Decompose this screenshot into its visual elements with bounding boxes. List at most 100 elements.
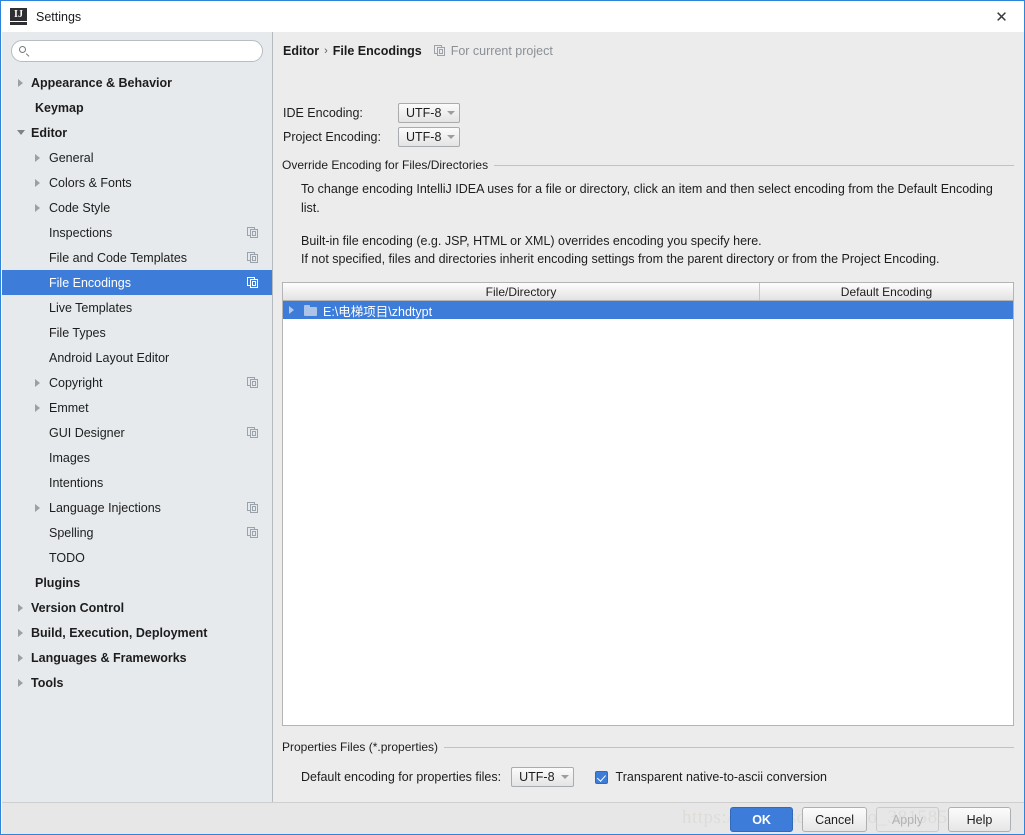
sidebar-item-tools[interactable]: Tools [2, 670, 272, 695]
sidebar-item-label: Emmet [49, 401, 89, 415]
sidebar-item-editor[interactable]: Editor [2, 120, 272, 145]
sidebar-item-code-style[interactable]: Code Style [2, 195, 272, 220]
sidebar-item-label: GUI Designer [49, 426, 125, 440]
column-header-default-encoding[interactable]: Default Encoding [760, 283, 1013, 300]
project-scope-icon [247, 227, 259, 239]
project-scope-icon [247, 377, 259, 389]
sidebar-item-label: Build, Execution, Deployment [31, 626, 207, 640]
project-scope-label: For current project [451, 44, 553, 58]
sidebar-item-images[interactable]: Images [2, 445, 272, 470]
sidebar-item-todo[interactable]: TODO [2, 545, 272, 570]
table-row[interactable]: E:\电梯项目\zhdtypt [283, 301, 1013, 319]
sidebar-item-languages-frameworks[interactable]: Languages & Frameworks [2, 645, 272, 670]
override-encoding-group-title: Override Encoding for Files/Directories [282, 158, 494, 172]
encoding-table: File/Directory Default Encoding E:\电梯项目\… [282, 282, 1014, 726]
chevron-right-icon[interactable] [33, 502, 44, 513]
sidebar-item-file-encodings[interactable]: File Encodings [2, 270, 272, 295]
sidebar-item-emmet[interactable]: Emmet [2, 395, 272, 420]
properties-encoding-dropdown[interactable]: UTF-8 [511, 767, 573, 787]
project-scope-icon [247, 277, 259, 289]
close-icon[interactable]: ✕ [979, 1, 1024, 32]
search-field-container [2, 32, 272, 62]
sidebar-item-intentions[interactable]: Intentions [2, 470, 272, 495]
sidebar-item-label: Keymap [35, 101, 84, 115]
sidebar-item-live-templates[interactable]: Live Templates [2, 295, 272, 320]
breadcrumb-current: File Encodings [333, 44, 422, 58]
sidebar-item-android-layout-editor[interactable]: Android Layout Editor [2, 345, 272, 370]
sidebar-item-label: Language Injections [49, 501, 161, 515]
sidebar-item-label: Intentions [49, 476, 103, 490]
sidebar-item-label: TODO [49, 551, 85, 565]
sidebar-item-appearance-behavior[interactable]: Appearance & Behavior [2, 70, 272, 95]
project-scope-indicator: For current project [434, 44, 553, 58]
sidebar-item-plugins[interactable]: Plugins [2, 570, 272, 595]
project-encoding-row: Project Encoding: UTF-8 [283, 127, 460, 147]
sidebar-item-copyright[interactable]: Copyright [2, 370, 272, 395]
properties-files-group-title: Properties Files (*.properties) [282, 740, 444, 754]
sidebar-item-label: Plugins [35, 576, 80, 590]
chevron-right-icon[interactable] [33, 377, 44, 388]
sidebar-item-keymap[interactable]: Keymap [2, 95, 272, 120]
cancel-button[interactable]: Cancel [802, 807, 867, 832]
sidebar-item-file-types[interactable]: File Types [2, 320, 272, 345]
override-description-1: To change encoding IntelliJ IDEA uses fo… [301, 180, 1009, 218]
chevron-right-icon[interactable] [16, 677, 27, 688]
search-box[interactable] [11, 40, 263, 62]
sidebar-item-label: General [49, 151, 93, 165]
project-scope-icon [247, 427, 259, 439]
properties-encoding-label: Default encoding for properties files: [301, 770, 501, 784]
sidebar-item-label: Copyright [49, 376, 103, 390]
title-bar: IJ Settings ✕ [1, 1, 1024, 32]
sidebar-item-general[interactable]: General [2, 145, 272, 170]
breadcrumb-parent[interactable]: Editor [283, 44, 319, 58]
transparent-native-to-ascii-checkbox[interactable] [595, 771, 608, 784]
dialog-body: Appearance & Behavior Keymap Editor General… [2, 32, 1024, 802]
chevron-down-icon[interactable] [16, 127, 27, 138]
project-encoding-dropdown[interactable]: UTF-8 [398, 127, 460, 147]
chevron-right-icon[interactable] [287, 305, 298, 316]
sidebar-item-inspections[interactable]: Inspections [2, 220, 272, 245]
ide-encoding-label: IDE Encoding: [283, 106, 398, 120]
chevron-right-icon[interactable] [33, 177, 44, 188]
table-cell-path: E:\电梯项目\zhdtypt [323, 301, 432, 320]
sidebar-item-colors-fonts[interactable]: Colors & Fonts [2, 170, 272, 195]
chevron-right-icon[interactable] [16, 652, 27, 663]
project-scope-icon [434, 45, 446, 57]
sidebar-item-label: Tools [31, 676, 63, 690]
sidebar-item-language-injections[interactable]: Language Injections [2, 495, 272, 520]
sidebar-item-version-control[interactable]: Version Control [2, 595, 272, 620]
chevron-right-icon[interactable] [16, 627, 27, 638]
sidebar-item-label: File Encodings [49, 276, 131, 290]
table-body: E:\电梯项目\zhdtypt [283, 301, 1013, 319]
chevron-right-icon[interactable] [33, 202, 44, 213]
chevron-right-icon[interactable] [33, 152, 44, 163]
apply-button: Apply [876, 807, 939, 832]
dialog-footer: https://blog.csdn.net/mo_38158506 OKCanc… [2, 802, 1024, 834]
search-input[interactable] [34, 42, 253, 60]
dialog-buttons: OK Cancel Apply Help [730, 807, 1011, 832]
sidebar-item-gui-designer[interactable]: GUI Designer [2, 420, 272, 445]
sidebar-item-spelling[interactable]: Spelling [2, 520, 272, 545]
folder-icon [304, 305, 317, 316]
chevron-right-icon[interactable] [33, 402, 44, 413]
chevron-right-icon[interactable] [16, 602, 27, 613]
help-button[interactable]: Help [948, 807, 1011, 832]
sidebar-item-label: Inspections [49, 226, 112, 240]
project-encoding-value: UTF-8 [406, 130, 441, 144]
ide-encoding-dropdown[interactable]: UTF-8 [398, 103, 460, 123]
sidebar-item-build-execution-deployment[interactable]: Build, Execution, Deployment [2, 620, 272, 645]
sidebar-item-label: Colors & Fonts [49, 176, 132, 190]
properties-encoding-value: UTF-8 [519, 770, 554, 784]
breadcrumb: Editor › File Encodings For current proj… [283, 44, 553, 58]
chevron-right-icon[interactable] [16, 77, 27, 88]
ok-button[interactable]: OK [730, 807, 793, 832]
column-header-file-directory[interactable]: File/Directory [283, 283, 760, 300]
chevron-down-icon [447, 111, 455, 115]
chevron-down-icon [447, 135, 455, 139]
sidebar-item-label: Live Templates [49, 301, 132, 315]
project-encoding-label: Project Encoding: [283, 130, 398, 144]
sidebar-item-file-and-code-templates[interactable]: File and Code Templates [2, 245, 272, 270]
override-description-3: If not specified, files and directories … [301, 250, 1009, 269]
sidebar-item-label: Spelling [49, 526, 93, 540]
ide-encoding-row: IDE Encoding: UTF-8 [283, 103, 460, 123]
